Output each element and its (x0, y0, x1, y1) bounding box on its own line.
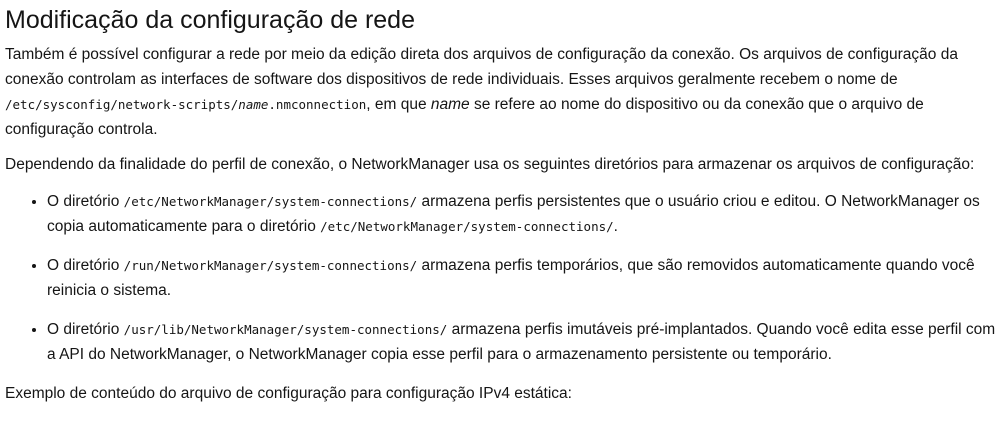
list-item: O diretório /etc/NetworkManager/system-c… (47, 189, 1000, 239)
page-title: Modificação da configuração de rede (5, 6, 415, 34)
path-network-scripts: /etc/sysconfig/network-scripts/name.nmco… (5, 97, 367, 112)
intro-paragraph: Também é possível configurar a rede por … (5, 42, 1000, 142)
intro-text: Também é possível configurar a rede por … (5, 46, 958, 88)
directories-intro: Dependendo da finalidade do perfil de co… (5, 156, 975, 173)
name-emphasis: name (430, 96, 470, 113)
example-caption: Exemplo de conteúdo do arquivo de config… (5, 385, 572, 402)
path-variable: name (238, 97, 269, 112)
path-etc-system-connections-2: /etc/NetworkManager/system-connections/ (320, 219, 614, 234)
directory-list: O diretório /etc/NetworkManager/system-c… (5, 189, 1000, 367)
list-item: O diretório /run/NetworkManager/system-c… (47, 253, 1000, 303)
path-run-system-connections: /run/NetworkManager/system-connections/ (123, 258, 418, 273)
document-page: Modificação da configuração de rede Tamb… (0, 0, 1006, 444)
list-item: O diretório /usr/lib/NetworkManager/syst… (47, 317, 1000, 367)
path-etc-system-connections: /etc/NetworkManager/system-connections/ (123, 194, 418, 209)
intro-text-mid: , em que (366, 96, 431, 113)
path-usr-lib-system-connections: /usr/lib/NetworkManager/system-connectio… (123, 322, 448, 337)
